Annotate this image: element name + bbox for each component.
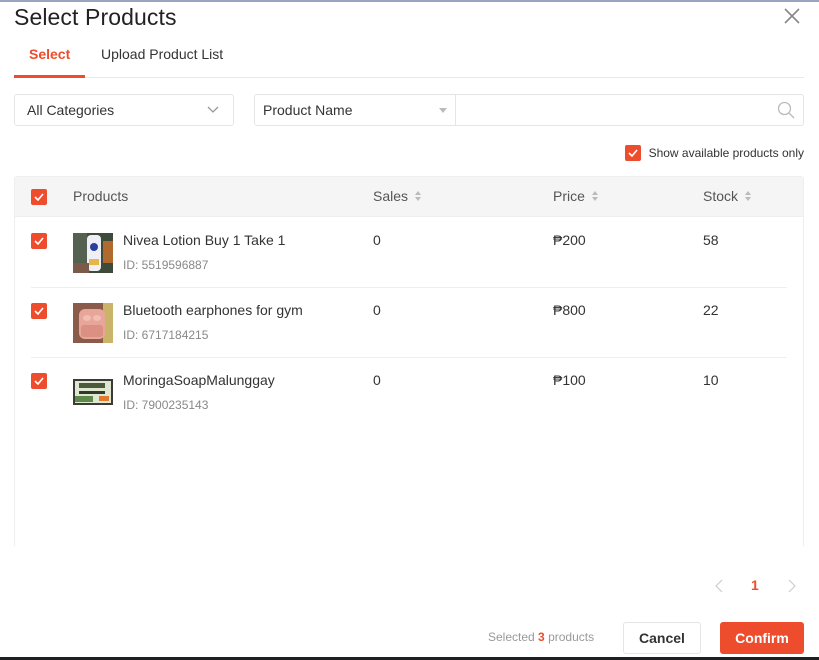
column-label: Price bbox=[553, 188, 585, 204]
show-available-checkbox[interactable] bbox=[624, 145, 641, 161]
close-icon bbox=[784, 8, 800, 24]
checkmark-icon bbox=[627, 149, 638, 157]
search-type-select[interactable]: Product Name bbox=[255, 95, 456, 125]
show-available-label: Show available products only bbox=[648, 146, 804, 160]
product-price: ₱800 bbox=[553, 302, 586, 318]
table-row[interactable]: MoringaSoapMalunggay ID: 7900235143 0 ₱1… bbox=[31, 358, 787, 428]
product-search-group: Product Name bbox=[254, 94, 804, 126]
search-input[interactable] bbox=[457, 95, 767, 125]
selected-prefix: Selected bbox=[488, 630, 535, 644]
product-sales: 0 bbox=[373, 232, 381, 248]
tab-select[interactable]: Select bbox=[29, 46, 70, 62]
products-table: Products Sales Price Stock Nivea Lotion … bbox=[14, 176, 804, 546]
confirm-button[interactable]: Confirm bbox=[720, 622, 804, 654]
column-header-sales[interactable]: Sales bbox=[373, 188, 422, 204]
sort-icon[interactable] bbox=[745, 191, 752, 201]
product-thumbnail bbox=[73, 373, 113, 413]
product-sales: 0 bbox=[373, 372, 381, 388]
product-name: MoringaSoapMalunggay bbox=[123, 372, 275, 388]
column-header-products: Products bbox=[73, 188, 128, 204]
lotion-bottle-image bbox=[73, 233, 113, 273]
table-row[interactable]: Bluetooth earphones for gym ID: 67171842… bbox=[31, 288, 787, 358]
selected-suffix: products bbox=[548, 630, 595, 644]
product-price: ₱100 bbox=[553, 372, 586, 388]
active-tab-indicator bbox=[14, 75, 85, 78]
column-label: Stock bbox=[703, 188, 739, 204]
product-id: ID: 5519596887 bbox=[123, 258, 209, 272]
category-select-value: All Categories bbox=[27, 102, 115, 118]
window-top-edge bbox=[0, 0, 819, 2]
sort-icon[interactable] bbox=[415, 191, 422, 201]
cancel-button[interactable]: Cancel bbox=[623, 622, 701, 654]
product-id: ID: 6717184215 bbox=[123, 328, 209, 342]
product-sales: 0 bbox=[373, 302, 381, 318]
table-row[interactable]: Nivea Lotion Buy 1 Take 1 ID: 5519596887… bbox=[31, 218, 787, 288]
chevron-left-icon[interactable] bbox=[714, 579, 724, 593]
checkmark-icon bbox=[34, 193, 44, 201]
product-price: ₱200 bbox=[553, 232, 586, 248]
product-id: ID: 7900235143 bbox=[123, 398, 209, 412]
product-thumbnail bbox=[73, 233, 113, 273]
tab-upload-product-list[interactable]: Upload Product List bbox=[101, 46, 223, 62]
soap-box-image bbox=[73, 373, 113, 413]
category-select[interactable]: All Categories bbox=[14, 94, 234, 126]
product-stock: 10 bbox=[703, 372, 719, 388]
row-checkbox[interactable] bbox=[31, 373, 47, 389]
checkmark-icon bbox=[34, 377, 44, 385]
checkmark-icon bbox=[34, 237, 44, 245]
table-header: Products Sales Price Stock bbox=[15, 177, 803, 217]
product-stock: 58 bbox=[703, 232, 719, 248]
tab-bar: Select Upload Product List bbox=[14, 38, 804, 78]
product-name: Nivea Lotion Buy 1 Take 1 bbox=[123, 232, 286, 248]
search-icon[interactable] bbox=[777, 101, 795, 119]
select-all-checkbox[interactable] bbox=[31, 189, 47, 205]
selected-count: 3 bbox=[538, 630, 545, 644]
caret-down-icon bbox=[439, 108, 447, 113]
product-name: Bluetooth earphones for gym bbox=[123, 302, 303, 318]
checkmark-icon bbox=[34, 307, 44, 315]
chevron-right-icon[interactable] bbox=[787, 579, 797, 593]
show-available-only-toggle[interactable]: Show available products only bbox=[624, 145, 804, 161]
row-checkbox[interactable] bbox=[31, 233, 47, 249]
dialog-title: Select Products bbox=[14, 4, 177, 30]
sort-icon[interactable] bbox=[591, 191, 598, 201]
pink-earbuds-image bbox=[73, 303, 113, 343]
close-button[interactable] bbox=[782, 6, 802, 26]
search-type-value: Product Name bbox=[263, 102, 353, 118]
selected-count-text: Selected 3 products bbox=[488, 630, 594, 644]
column-header-stock[interactable]: Stock bbox=[703, 188, 752, 204]
chevron-down-icon bbox=[207, 106, 219, 113]
column-label: Products bbox=[73, 188, 129, 204]
column-label: Sales bbox=[373, 188, 409, 204]
product-stock: 22 bbox=[703, 302, 719, 318]
page-number-current[interactable]: 1 bbox=[751, 577, 759, 593]
column-header-price[interactable]: Price bbox=[553, 188, 598, 204]
row-checkbox[interactable] bbox=[31, 303, 47, 319]
product-thumbnail bbox=[73, 303, 113, 343]
